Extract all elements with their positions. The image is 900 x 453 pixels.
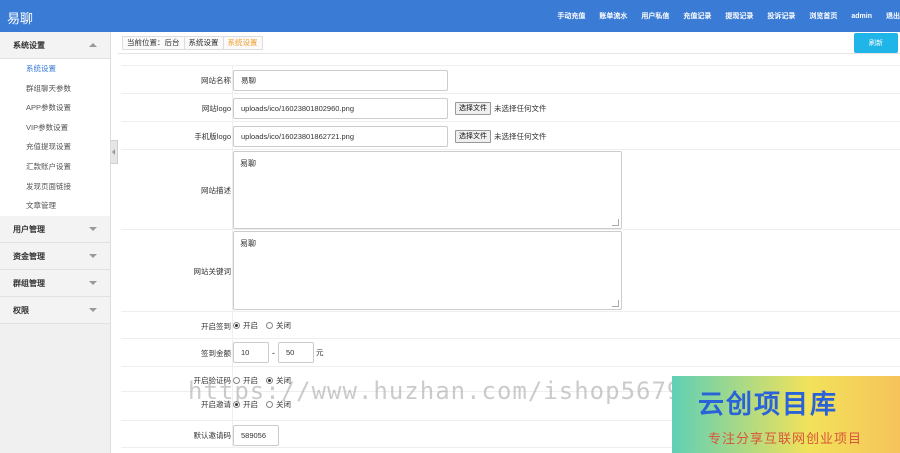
radio-label: 关闭 <box>276 321 291 330</box>
app-logo[interactable]: 易聊 <box>7 8 33 27</box>
sidebar-group-permissions[interactable]: 权限 <box>0 296 110 324</box>
sidebar-item-app-params[interactable]: APP参数设置 <box>0 98 110 118</box>
top-bar: 易聊 手动充值 账单流水 用户私信 充值记录 提现记录 投诉记录 浏览首页 ad… <box>0 0 900 32</box>
signin-label: 开启签到 <box>201 322 231 331</box>
refresh-button[interactable]: 刷新 <box>854 33 898 53</box>
form-row-mobile-logo: 手机版logo uploads/ico/16023801862721.png 选… <box>121 121 900 149</box>
breadcrumb-location[interactable]: 当前位置：后台 <box>122 36 185 50</box>
sidebar-group-label: 系统设置 <box>13 41 45 50</box>
nav-complaint-records[interactable]: 投诉记录 <box>767 11 795 21</box>
signin-off-radio[interactable]: 关闭 <box>266 320 291 331</box>
sidebar-item-discover-links[interactable]: 发现页面链接 <box>0 177 110 197</box>
nav-billing-flow[interactable]: 账单流水 <box>599 11 627 21</box>
radio-dot-icon <box>233 377 240 384</box>
form-row-site-desc: 网站描述 易聊 <box>121 149 900 229</box>
currency-unit: 元 <box>316 348 324 357</box>
sidebar-group-group-manage[interactable]: 群组管理 <box>0 269 110 297</box>
breadcrumb: 当前位置：后台 系统设置 系统设置 <box>122 36 263 50</box>
sidebar-item-article-manage[interactable]: 文章管理 <box>0 196 110 216</box>
sidebar-group-label: 资金管理 <box>13 251 45 261</box>
chevron-down-icon <box>89 226 97 231</box>
site-keywords-label: 网站关键词 <box>193 267 232 276</box>
radio-label: 关闭 <box>276 400 291 409</box>
sidebar-item-remit-accounts[interactable]: 汇款账户设置 <box>0 157 110 177</box>
promo-banner: 云创项目库 专注分享互联网创业项目 <box>672 376 900 453</box>
signin-amount-min-input[interactable]: 10 <box>233 342 269 363</box>
sidebar-item-vip-params[interactable]: VIP参数设置 <box>0 118 110 138</box>
captcha-on-radio[interactable]: 开启 <box>233 375 258 386</box>
sidebar-group-system-settings[interactable]: 系统设置 <box>0 32 110 59</box>
top-nav: 手动充值 账单流水 用户私信 充值记录 提现记录 投诉记录 浏览首页 admin… <box>557 0 900 32</box>
form-row-site-logo: 网站logo uploads/ico/16023801802960.png 选择… <box>121 93 900 121</box>
nav-browse-home[interactable]: 浏览首页 <box>809 11 837 21</box>
nav-recharge-records[interactable]: 充值记录 <box>683 11 711 21</box>
sidebar-item-system-settings[interactable]: 系统设置 <box>0 59 110 79</box>
sidebar-item-group-chat-params[interactable]: 群组聊天参数 <box>0 79 110 99</box>
captcha-label: 开启验证码 <box>193 376 232 385</box>
range-separator: - <box>272 347 275 358</box>
chevron-down-icon <box>89 253 97 258</box>
nav-manual-recharge[interactable]: 手动充值 <box>557 11 585 21</box>
radio-dot-icon <box>266 322 273 329</box>
sidebar: 系统设置 系统设置 群组聊天参数 APP参数设置 VIP参数设置 充值提现设置 … <box>0 32 111 453</box>
invite-label: 开启邀请 <box>201 400 231 409</box>
chevron-up-icon <box>89 43 97 47</box>
signin-on-radio[interactable]: 开启 <box>233 320 258 331</box>
sidebar-group-label: 群组管理 <box>13 278 45 288</box>
sidebar-group-label: 权限 <box>13 305 29 315</box>
site-name-input[interactable]: 易聊 <box>233 70 448 91</box>
nav-user-messages[interactable]: 用户私信 <box>641 11 669 21</box>
nav-admin-user[interactable]: admin <box>851 13 872 20</box>
breadcrumb-section[interactable]: 系统设置 <box>183 36 224 50</box>
site-logo-file-status: 未选择任何文件 <box>494 104 547 113</box>
mobile-logo-file-status: 未选择任何文件 <box>494 132 547 141</box>
site-desc-textarea[interactable]: 易聊 <box>233 151 622 229</box>
banner-subtitle: 专注分享互联网创业项目 <box>708 431 863 446</box>
site-logo-choose-file-button[interactable]: 选择文件 <box>455 102 491 115</box>
site-desc-label: 网站描述 <box>201 186 231 195</box>
sidebar-group-fund-manage[interactable]: 资金管理 <box>0 242 110 270</box>
mobile-logo-path-input[interactable]: uploads/ico/16023801862721.png <box>233 126 448 147</box>
mobile-logo-choose-file-button[interactable]: 选择文件 <box>455 130 491 143</box>
form-row-signin: 开启签到 开启 关闭 <box>121 311 900 338</box>
form-row-signin-amount: 签到金额 10 - 50 元 <box>121 338 900 366</box>
site-logo-path-input[interactable]: uploads/ico/16023801802960.png <box>233 98 448 119</box>
radio-dot-icon <box>266 377 273 384</box>
radio-label: 开启 <box>243 400 258 409</box>
nav-withdraw-records[interactable]: 提现记录 <box>725 11 753 21</box>
default-invite-input[interactable]: 589056 <box>233 425 279 446</box>
mobile-logo-label: 手机版logo <box>194 132 231 141</box>
radio-dot-icon <box>233 322 240 329</box>
breadcrumb-bar: 当前位置：后台 系统设置 系统设置 刷新 <box>118 32 900 54</box>
signin-amount-label: 签到金额 <box>201 349 231 358</box>
site-logo-label: 网站logo <box>201 104 231 113</box>
radio-dot-icon <box>266 401 273 408</box>
radio-label: 开启 <box>243 376 258 385</box>
nav-logout[interactable]: 退出 <box>886 11 900 21</box>
chevron-down-icon <box>89 280 97 285</box>
radio-label: 关闭 <box>276 376 291 385</box>
sidebar-sub-list: 系统设置 群组聊天参数 APP参数设置 VIP参数设置 充值提现设置 汇款账户设… <box>0 59 110 216</box>
sidebar-group-label: 用户管理 <box>13 224 45 234</box>
sidebar-collapse-toggle[interactable] <box>111 140 118 164</box>
site-name-label: 网站名称 <box>201 76 231 85</box>
sidebar-group-user-manage[interactable]: 用户管理 <box>0 215 110 243</box>
invite-on-radio[interactable]: 开启 <box>233 399 258 410</box>
signin-amount-max-input[interactable]: 50 <box>278 342 314 363</box>
radio-dot-icon <box>233 401 240 408</box>
chevron-down-icon <box>89 307 97 312</box>
breadcrumb-current: 系统设置 <box>222 36 263 50</box>
site-keywords-textarea[interactable]: 易聊 <box>233 231 622 310</box>
form-row-site-name: 网站名称 易聊 <box>121 65 900 93</box>
sidebar-item-recharge-withdraw[interactable]: 充值提现设置 <box>0 137 110 157</box>
banner-title: 云创项目库 <box>698 389 839 419</box>
default-invite-label: 默认邀请码 <box>193 431 232 440</box>
form-row-site-keywords: 网站关键词 易聊 <box>121 229 900 311</box>
radio-label: 开启 <box>243 321 258 330</box>
invite-off-radio[interactable]: 关闭 <box>266 399 291 410</box>
captcha-off-radio[interactable]: 关闭 <box>266 375 291 386</box>
